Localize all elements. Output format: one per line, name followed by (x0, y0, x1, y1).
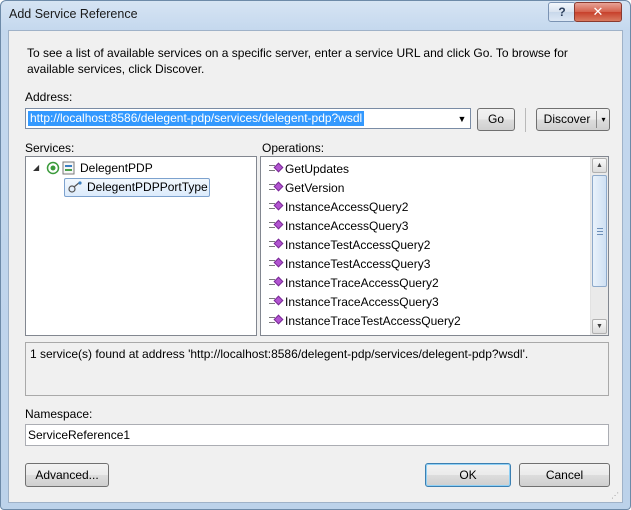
tree-node-label: DelegentPDPPortType (87, 180, 208, 194)
close-button[interactable]: ✕ (574, 2, 622, 22)
operations-list[interactable]: GetUpdates GetVersion InstanceAccessQuery2… (260, 156, 609, 336)
tree-node-label: DelegentPDP (80, 161, 153, 175)
ok-button[interactable]: OK (425, 463, 511, 487)
add-service-reference-dialog: Add Service Reference ? ✕ To see a list … (0, 0, 631, 510)
operation-method-icon (269, 295, 284, 307)
operation-item[interactable]: InstanceTraceAccessQuery2 (269, 274, 439, 292)
service-endpoint-icon (46, 161, 60, 175)
split-divider (596, 111, 597, 128)
operation-method-icon (269, 219, 284, 231)
instructions-text: To see a list of available services on a… (27, 46, 568, 76)
operation-method-icon (269, 181, 284, 193)
operation-label: InstanceAccessQuery2 (285, 200, 409, 214)
dialog-body: To see a list of available services on a… (8, 30, 623, 503)
operation-label: InstanceTraceAccessQuery3 (285, 295, 439, 309)
status-message: 1 service(s) found at address 'http://lo… (25, 342, 609, 396)
scroll-thumb[interactable] (592, 175, 607, 287)
operations-label: Operations: (262, 141, 325, 155)
advanced-button[interactable]: Advanced... (25, 463, 109, 487)
port-type-icon (68, 181, 82, 193)
grip-icon (597, 228, 603, 235)
title-bar[interactable]: Add Service Reference ? ✕ (1, 1, 630, 30)
operation-item[interactable]: InstanceAccessQuery2 (269, 198, 408, 216)
operation-label: InstanceTestAccessQuery3 (285, 257, 431, 271)
expand-triangle-icon[interactable]: ◢ (33, 159, 39, 177)
services-tree[interactable]: ◢ DelegentPDP DelegentPDPPortType (25, 156, 257, 336)
operation-label: InstanceTraceTestAccessQuery2 (285, 314, 461, 328)
services-label: Services: (25, 141, 75, 155)
operation-item[interactable]: InstanceTestAccessQuery2 (269, 236, 430, 254)
tree-node-delegentpdpporttype[interactable]: DelegentPDPPortType (64, 178, 210, 197)
operations-scrollbar[interactable]: ▲ ▼ (590, 157, 608, 335)
cancel-button[interactable]: Cancel (519, 463, 610, 487)
scroll-down-icon[interactable]: ▼ (592, 319, 607, 334)
operation-label: InstanceTestAccessQuery2 (285, 238, 431, 252)
operation-item[interactable]: GetVersion (269, 179, 344, 197)
window-title: Add Service Reference (9, 7, 138, 21)
namespace-input[interactable]: ServiceReference1 (25, 424, 609, 446)
scroll-up-icon[interactable]: ▲ (592, 158, 607, 173)
operation-item[interactable]: InstanceAccessQuery3 (269, 217, 408, 235)
operation-method-icon (269, 314, 284, 326)
operation-label: GetUpdates (285, 162, 350, 176)
resize-grip-icon[interactable]: ⋰ (611, 491, 621, 501)
operation-method-icon (269, 238, 284, 250)
address-combobox[interactable]: http://localhost:8586/delegent-pdp/servi… (25, 108, 471, 129)
address-label: Address: (25, 90, 73, 104)
wsdl-file-icon (62, 161, 75, 175)
go-button[interactable]: Go (477, 108, 515, 131)
operation-item[interactable]: InstanceTestAccessQuery3 (269, 255, 430, 273)
discover-button[interactable]: Discover (537, 109, 597, 130)
operation-method-icon (269, 257, 284, 269)
operation-item[interactable]: GetUpdates (269, 160, 349, 178)
namespace-label: Namespace: (25, 407, 93, 421)
address-input-value[interactable]: http://localhost:8586/delegent-pdp/servi… (28, 111, 365, 126)
operation-item[interactable]: InstanceTraceAccessQuery3 (269, 293, 439, 311)
operation-label: InstanceAccessQuery3 (285, 219, 409, 233)
help-button[interactable]: ? (548, 2, 576, 22)
operation-item[interactable]: InstanceTraceTestAccessQuery2 (269, 312, 461, 330)
operation-label: GetVersion (285, 181, 345, 195)
discover-split-button[interactable]: Discover ▾ (536, 108, 610, 131)
toolbar-divider (525, 108, 526, 132)
operation-method-icon (269, 200, 284, 212)
operation-method-icon (269, 162, 284, 174)
operation-method-icon (269, 276, 284, 288)
discover-dropdown-icon[interactable]: ▾ (598, 109, 609, 130)
operation-label: InstanceTraceAccessQuery2 (285, 276, 439, 290)
chevron-down-icon[interactable]: ▼ (456, 112, 468, 126)
